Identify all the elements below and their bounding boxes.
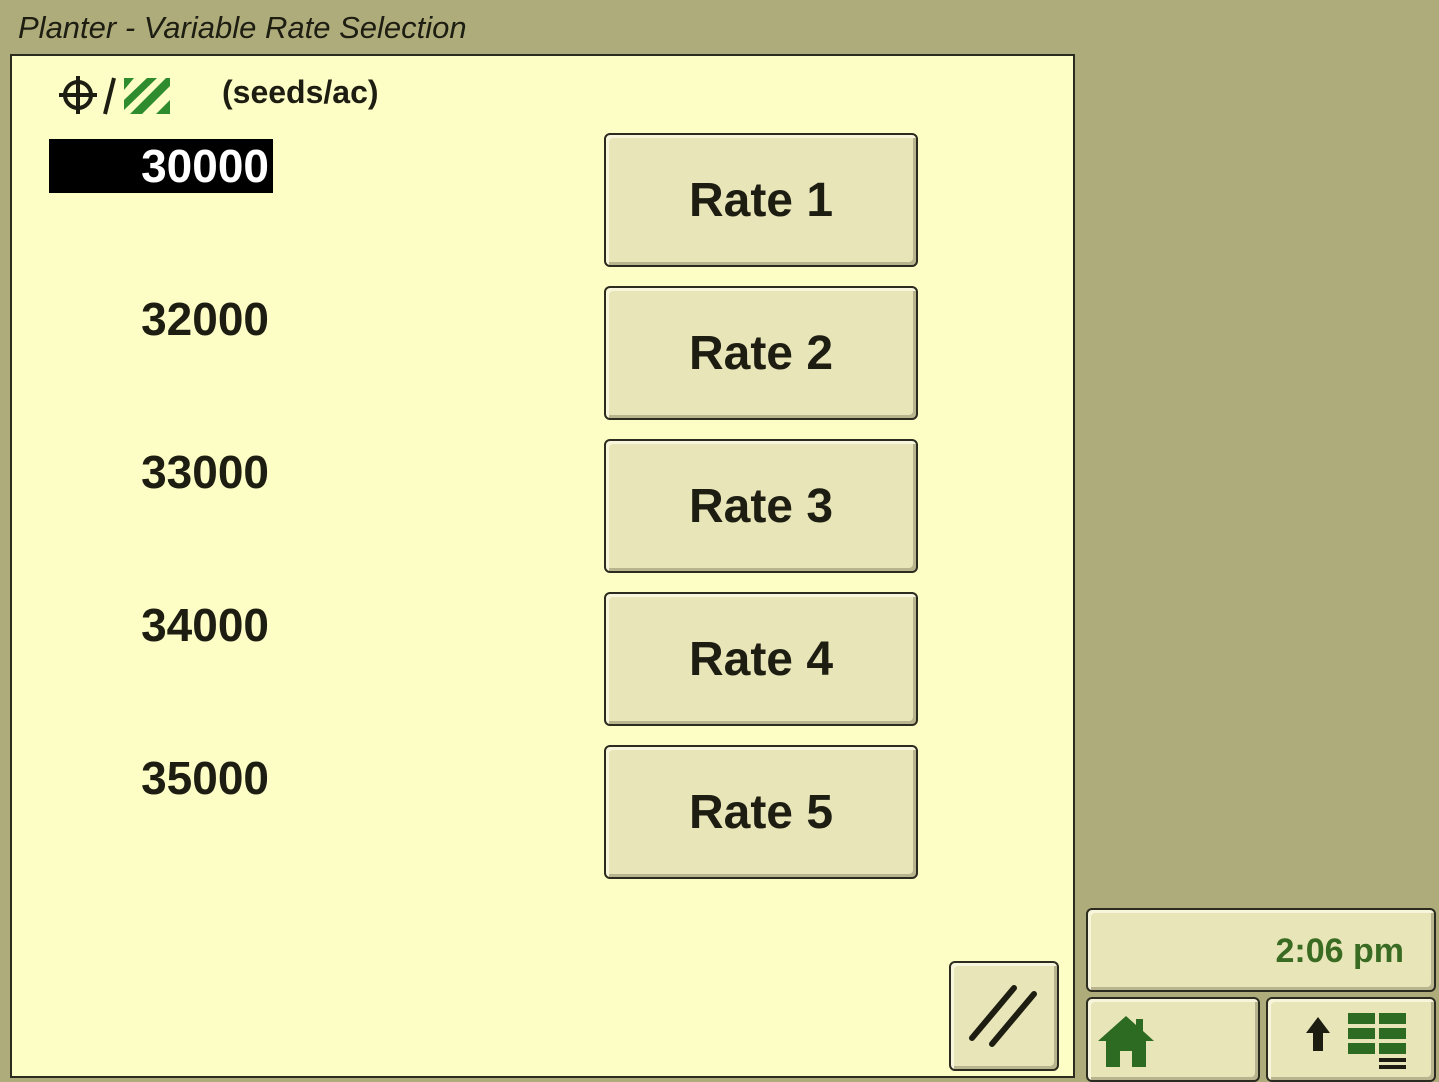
rate-value-1[interactable]: 30000 [49,139,273,193]
target-crosshair-hatch-icon [59,76,170,115]
rate-value-2[interactable]: 32000 [49,292,273,346]
rate-4-button-label: Rate 4 [688,632,834,686]
layout-up-icon [1306,1013,1406,1069]
rate-2-button[interactable]: Rate 2 [604,286,918,420]
title-bar: Planter - Variable Rate Selection [0,0,1439,54]
unit-label: (seeds/ac) [222,74,379,110]
rate-1-button[interactable]: Rate 1 [604,133,918,267]
rate-3-button-label: Rate 3 [688,479,834,533]
rate-3-button[interactable]: Rate 3 [604,439,918,573]
rate-1-button-label: Rate 1 [688,173,834,227]
slash-button[interactable] [949,961,1059,1071]
layout-button[interactable] [1266,997,1436,1082]
rate-5-button-label: Rate 5 [688,785,834,839]
home-button[interactable] [1086,997,1260,1082]
clock-display: 2:06 pm [1086,908,1436,992]
rate-value-4[interactable]: 34000 [49,598,273,652]
home-icon [1098,1016,1154,1067]
page-title: Planter - Variable Rate Selection [18,10,467,45]
rate-5-button[interactable]: Rate 5 [604,745,918,879]
rate-2-button-label: Rate 2 [688,326,834,380]
double-slash-icon [969,985,1037,1047]
main-panel: (seeds/ac) 30000 32000 33000 34000 35000… [10,54,1075,1078]
rate-4-button[interactable]: Rate 4 [604,592,918,726]
rate-value-5[interactable]: 35000 [49,751,273,805]
rate-value-3[interactable]: 33000 [49,445,273,499]
clock-time: 2:06 pm [1275,932,1405,970]
